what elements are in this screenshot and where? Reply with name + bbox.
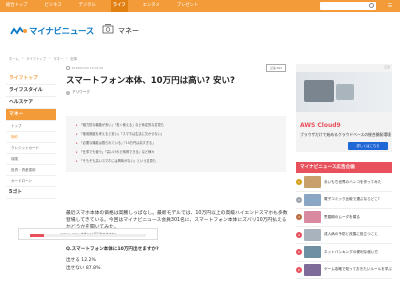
ranking-item[interactable]: 4 成人病の予防と改善に役立つこと [296, 227, 392, 244]
ranking-item[interactable]: 1 あいもち世界のハンコを作ってみた [296, 174, 392, 192]
rank-number: 6 [296, 266, 302, 273]
author-icon [66, 90, 70, 95]
nav-item-present[interactable]: プレゼント [175, 0, 200, 12]
rank-number: 5 [296, 249, 302, 256]
rank-title: 成人病の予防と改善に役立つこと [324, 232, 378, 237]
section-title: マネー [118, 27, 139, 35]
answer-label: 出せない [66, 266, 85, 271]
rank-thumbnail [304, 228, 321, 241]
article-toc: 「魅力的な機能が多い」「長く使える」など肯定的な意見も 「使用頻度を考えると安い… [66, 116, 286, 172]
breadcrumb-separator: › [21, 56, 24, 60]
nav-item-digital[interactable]: デジタル [77, 0, 98, 12]
rank-number: 3 [296, 214, 302, 221]
nav-item-life[interactable]: ライフ [110, 0, 128, 12]
sidebar-subitem-saving[interactable]: 節約 [6, 132, 56, 143]
ad-product-image [336, 84, 354, 100]
ranking-item[interactable]: 3 思春期のムーダを寝る [296, 209, 392, 227]
toc-item[interactable]: 「必要な機能は限られている」「10万円は高すぎる」 [76, 140, 156, 145]
rank-number: 1 [296, 179, 302, 186]
toc-item[interactable]: 「使用頻度を考えると安い」「スマホは生活に欠かせない」 [76, 131, 164, 136]
article-timestamp: 2018/01/03 14:07:00 [71, 66, 104, 70]
ranking-heading: マイナビニュース広告企画 [296, 162, 392, 173]
ranking-list: 1 あいもち世界のハンコを作ってみた 2 電子コミック比較で選ぶならどこ? 3 … [296, 174, 392, 279]
rank-title: 思春期のムーダを寝る [324, 214, 360, 219]
menu-icon[interactable]: ☰ [386, 2, 394, 10]
rank-thumbnail [304, 246, 321, 259]
ad-banner[interactable]: 広告 AWS Cloud9 ブラウザだけで始めるクラウドベースの統合開発環境 [296, 64, 392, 152]
answer-value: 12.2% [81, 258, 96, 263]
sidebar-item-money[interactable]: マネー [6, 109, 56, 121]
nav-item-entertainment[interactable]: エンタメ [141, 0, 162, 12]
sidebar-subitem-credit-card[interactable]: クレジットカード [6, 143, 56, 154]
breadcrumb-home[interactable]: ホーム [9, 56, 19, 61]
article-title: スマートフォン本体、10万円は高い? 安い? [66, 76, 235, 86]
logo-mark-icon[interactable] [10, 26, 28, 36]
top-nav-bar: 総合トップ ビジネス デジタル ライフ エンタメ プレゼント ☰ [0, 0, 400, 12]
ad-description: ブラウザだけで始めるクラウドベースの統合開発環境 [300, 132, 391, 137]
article-author[interactable]: アリワーク [72, 90, 90, 95]
rank-title: あいもち世界のハンコを作ってみた [324, 179, 382, 184]
toc-item[interactable]: 「仕事でも使う」「高いけれど納得できる」など様々 [76, 149, 155, 154]
rank-thumbnail [304, 176, 321, 189]
article-badge[interactable]: 記事 999 [266, 64, 286, 72]
rank-thumbnail [304, 263, 321, 276]
search-input[interactable] [320, 2, 376, 10]
site-logo[interactable]: マイナビニュース [29, 25, 94, 37]
sidebar-item-other[interactable]: 5ゴト [6, 187, 56, 199]
rank-title: ゲーム攻略で知っておきたいルールを学ぶ [324, 267, 392, 272]
rank-title: ネットバンキングの便利な使い方 [324, 249, 378, 254]
sidebar-item-healthcare[interactable]: ヘルスケア [6, 97, 56, 109]
sidebar-subitem-insurance[interactable]: 保険 [6, 154, 56, 165]
sidebar-subitem-card-loan[interactable]: カードローン [6, 176, 56, 187]
rank-title: 電子コミック比較で選ぶならどこ? [324, 197, 380, 202]
toc-item[interactable]: 「魅力的な機能が多い」「長く使える」など肯定的な意見も [76, 122, 164, 127]
ranking-item[interactable]: 6 ゲーム攻略で知っておきたいルールを学ぶ [296, 262, 392, 279]
breadcrumb-life[interactable]: ライフトップ [26, 56, 46, 61]
rank-number: 4 [296, 231, 302, 238]
breadcrumb-current: 記事 [70, 57, 78, 61]
survey-answer-no: 出せない 87.8% [66, 265, 100, 271]
money-icon [102, 24, 114, 34]
ad-label: 広告 [384, 65, 390, 69]
rank-number: 2 [296, 196, 302, 203]
article-byline: アリワーク [66, 90, 286, 95]
survey-result-bar [30, 234, 146, 237]
breadcrumb-separator: › [66, 56, 68, 60]
answer-label: 出せる [66, 258, 80, 263]
article: 2018/01/03 14:07:00 記事 999 スマートフォン本体、10万… [66, 64, 288, 271]
search-icon[interactable] [369, 3, 374, 8]
rank-thumbnail [304, 193, 321, 206]
survey-answer-yes: 出せる 12.2% [66, 257, 96, 263]
ad-title: AWS Cloud9 [300, 122, 341, 129]
clock-icon [66, 66, 70, 70]
breadcrumb: ホーム › ライフトップ › マネー › 記事 [9, 56, 77, 61]
article-meta: 2018/01/03 14:07:00 記事 999 [66, 64, 286, 72]
left-sidebar-nav: ライフトップ ライフスタイル ヘルスケア マネー トップ 節約 クレジットカード… [6, 73, 56, 199]
sidebar-item-life-top[interactable]: ライフトップ [6, 73, 56, 85]
survey-question: Q.スマートフォン本体に10万円出せますか? [66, 247, 159, 252]
ranking-item[interactable]: 5 ネットバンキングの便利な使い方 [296, 244, 392, 262]
survey-result-bar-fill [30, 234, 45, 237]
ranking-item[interactable]: 2 電子コミック比較で選ぶならどこ? [296, 192, 392, 209]
nav-item-business[interactable]: ビジネス [42, 0, 63, 12]
sidebar-subitem-investment[interactable]: 投資・資産運用 [6, 165, 56, 176]
ad-cta-button[interactable]: 詳しくはこちら [348, 142, 388, 150]
toc-item[interactable]: 「そもそも高いスマホには興味がない」という意見も [76, 158, 156, 163]
rank-thumbnail [304, 211, 321, 224]
answer-value: 87.8% [85, 266, 101, 271]
breadcrumb-separator: › [48, 56, 51, 60]
ad-product-image [304, 80, 334, 102]
nav-item-top[interactable]: 総合トップ [4, 0, 29, 12]
sidebar-item-lifestyle[interactable]: ライフスタイル [6, 85, 56, 97]
sidebar-subitem-top[interactable]: トップ [6, 121, 56, 132]
breadcrumb-money[interactable]: マネー [53, 56, 63, 61]
